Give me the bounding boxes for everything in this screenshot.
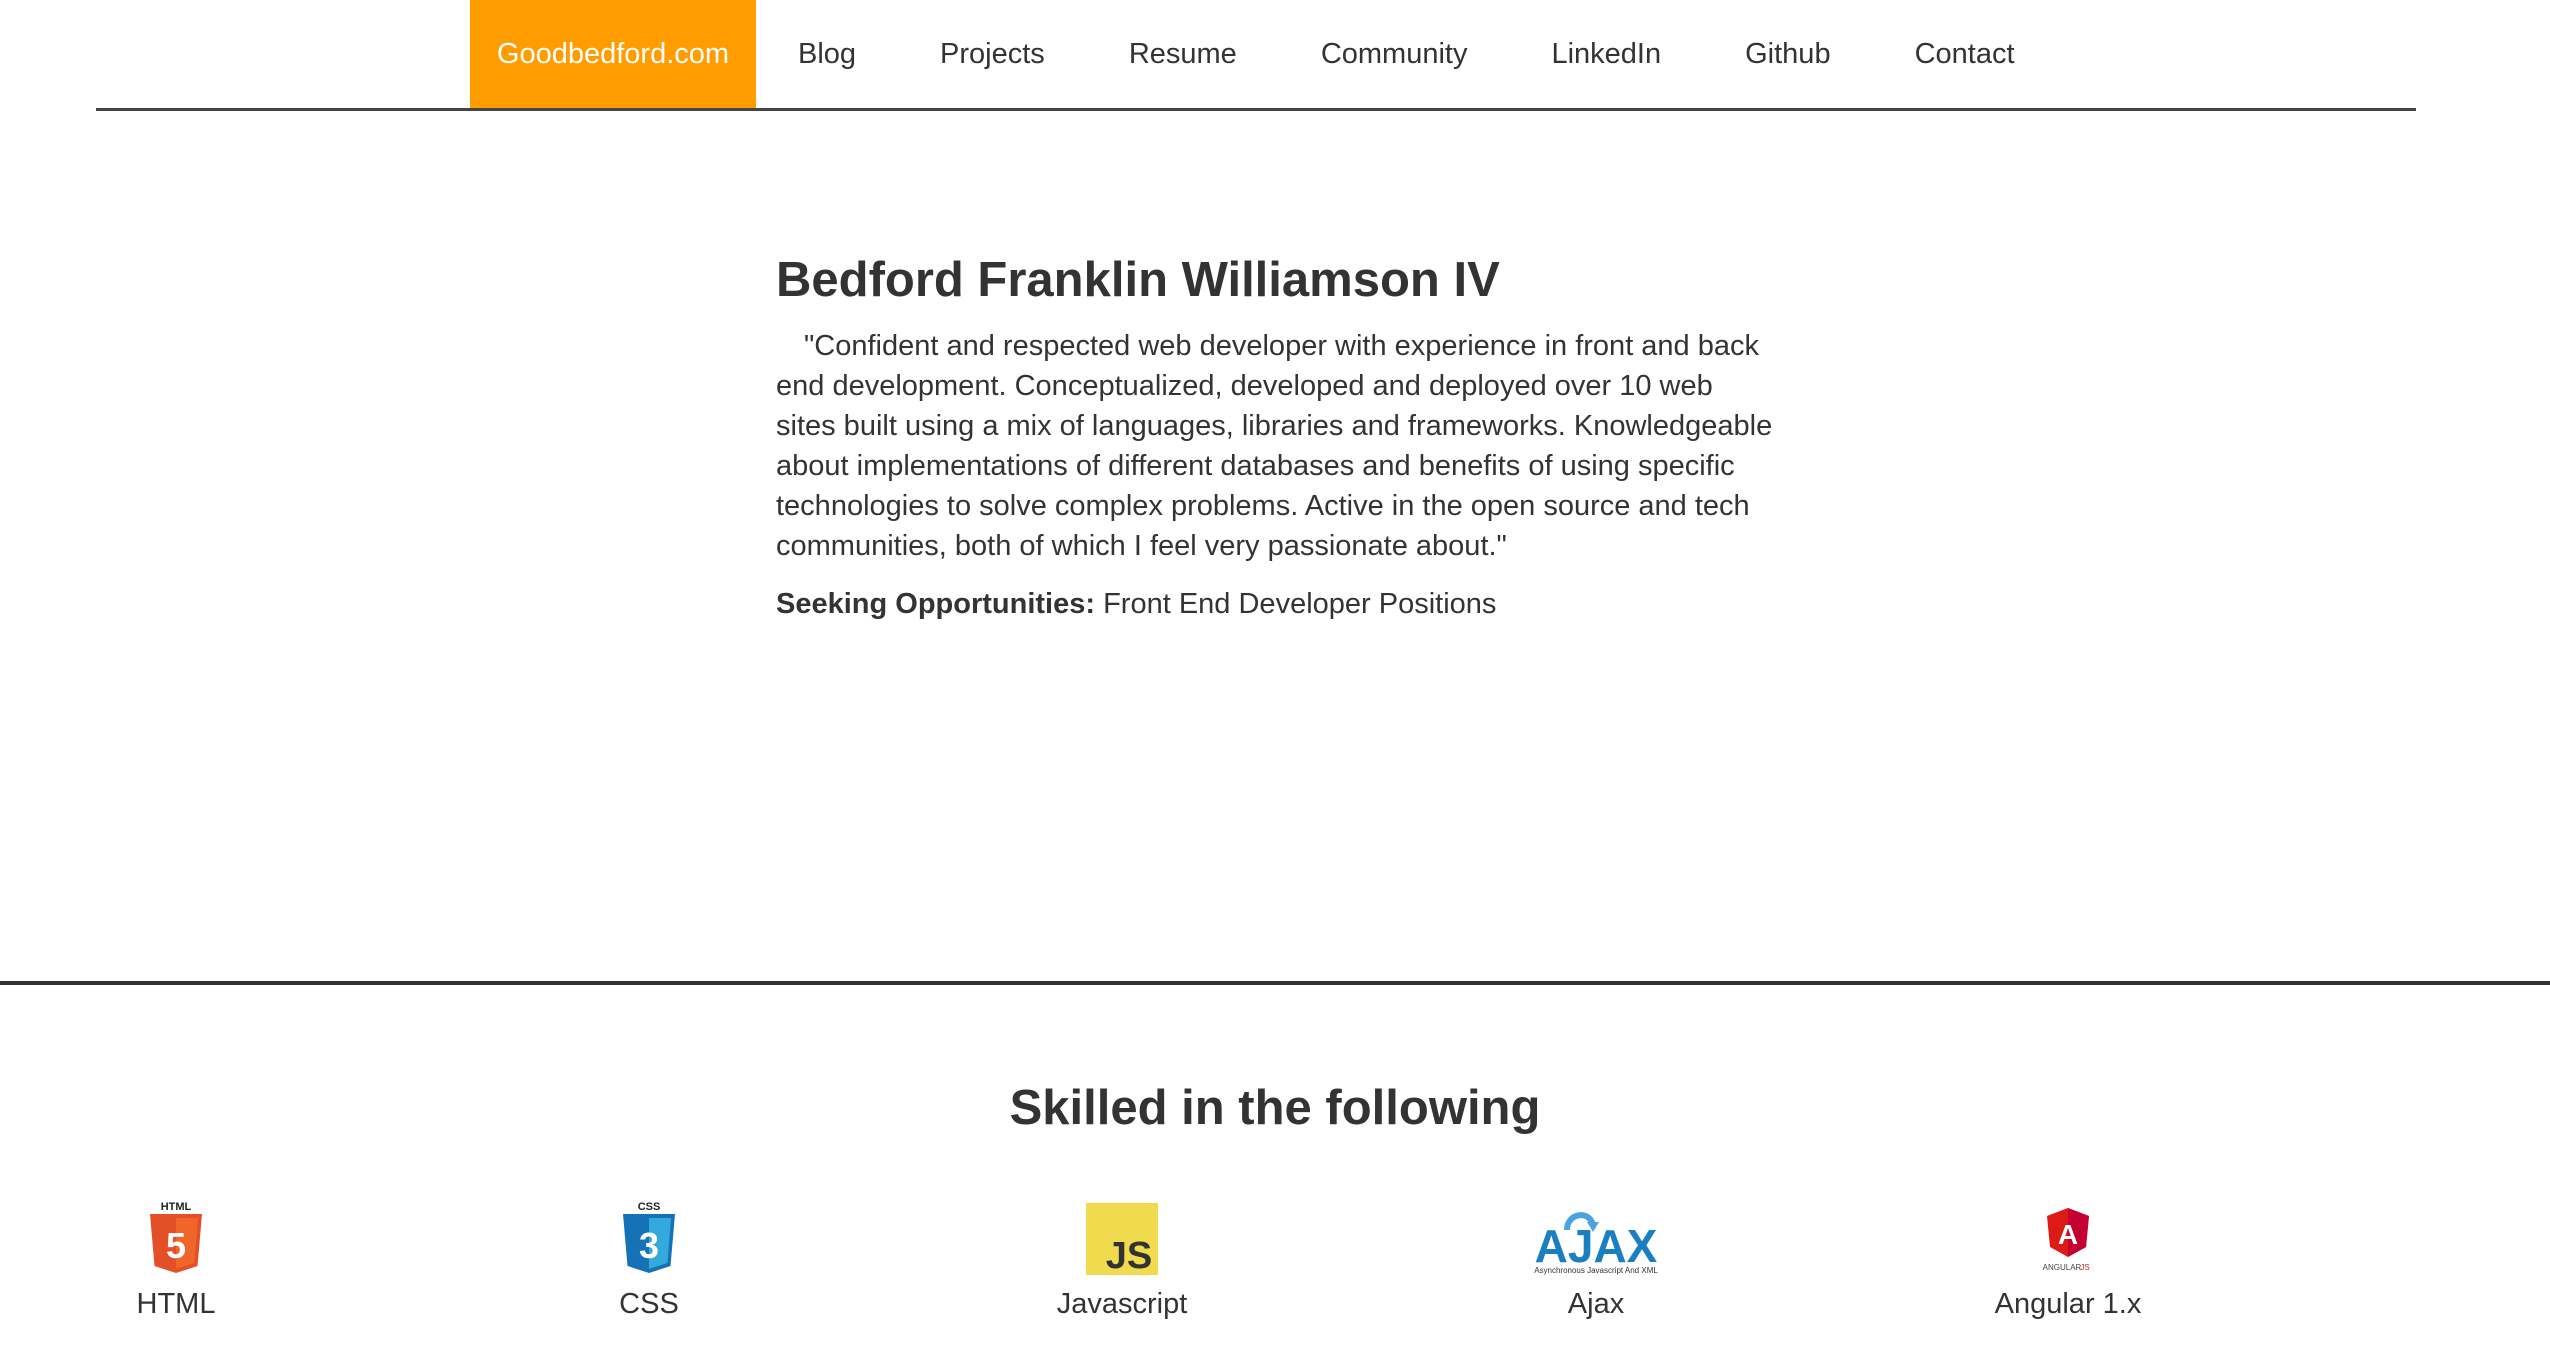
skills-list: HTML 5 HTML CSS 3 CSS JS Javascript AJAX…	[0, 1200, 2550, 1356]
seeking-value: Front End Developer Positions	[1103, 588, 1497, 620]
nav-link-projects[interactable]: Projects	[898, 0, 1087, 108]
skill-label-ajax: Ajax	[1567, 1288, 1625, 1320]
svg-text:JS: JS	[2080, 1263, 2089, 1272]
skill-item-javascript: JS Javascript	[972, 1200, 1272, 1322]
profile-section: Bedford Franklin Williamson IV "Confiden…	[776, 248, 1776, 624]
brand-link[interactable]: Goodbedford.com	[470, 0, 756, 108]
nav-link-github[interactable]: Github	[1703, 0, 1872, 108]
navbar: Goodbedford.com Blog Projects Resume Com…	[96, 0, 2416, 111]
nav-link-blog[interactable]: Blog	[756, 0, 898, 108]
skill-item-html: HTML 5 HTML	[26, 1200, 326, 1322]
profile-name: Bedford Franklin Williamson IV	[776, 253, 1500, 307]
nav-link-community[interactable]: Community	[1279, 0, 1510, 108]
nav-link-contact[interactable]: Contact	[1873, 0, 2057, 108]
svg-text:3: 3	[639, 1225, 659, 1266]
nav-link-linkedin[interactable]: LinkedIn	[1509, 0, 1703, 108]
angularjs-icon: A ANGULAR JS	[2043, 1208, 2090, 1272]
nav-link-resume[interactable]: Resume	[1087, 0, 1279, 108]
html5-icon: HTML 5	[150, 1201, 202, 1273]
seeking-label: Seeking Opportunities:	[776, 588, 1096, 620]
skill-item-css: CSS 3 CSS	[499, 1200, 799, 1322]
svg-text:5: 5	[166, 1225, 186, 1266]
svg-text:A: A	[2058, 1219, 2078, 1250]
skill-label-angular: Angular 1.x	[1994, 1288, 2142, 1320]
css3-icon: CSS 3	[623, 1201, 675, 1273]
svg-text:AJAX: AJAX	[1535, 1220, 1658, 1272]
skill-item-ajax: AJAX Asynchronous Javascript And XML Aja…	[1446, 1200, 1746, 1322]
page: Goodbedford.com Blog Projects Resume Com…	[0, 0, 2550, 1356]
skill-label-html: HTML	[136, 1288, 216, 1320]
svg-text:JS: JS	[1106, 1235, 1152, 1276]
svg-text:HTML: HTML	[161, 1201, 192, 1213]
nav-menu: Goodbedford.com Blog Projects Resume Com…	[470, 0, 2057, 108]
skill-label-javascript: Javascript	[1056, 1288, 1188, 1320]
profile-quote: "Confident and respected web developer w…	[776, 330, 1773, 562]
svg-text:CSS: CSS	[638, 1201, 661, 1213]
skill-item-angular: A ANGULAR JS Angular 1.x	[1918, 1200, 2218, 1322]
section-divider	[0, 981, 2550, 985]
ajax-icon: AJAX Asynchronous Javascript And XML	[1534, 1212, 1658, 1275]
svg-text:Asynchronous Javascript And XM: Asynchronous Javascript And XML	[1534, 1266, 1658, 1275]
skills-title: Skilled in the following	[1009, 1081, 1541, 1135]
svg-text:ANGULAR: ANGULAR	[2043, 1263, 2082, 1272]
seeking-opportunities: Seeking Opportunities: Front End Develop…	[776, 584, 1776, 624]
skill-label-css: CSS	[619, 1288, 679, 1320]
javascript-icon: JS	[1086, 1203, 1158, 1276]
